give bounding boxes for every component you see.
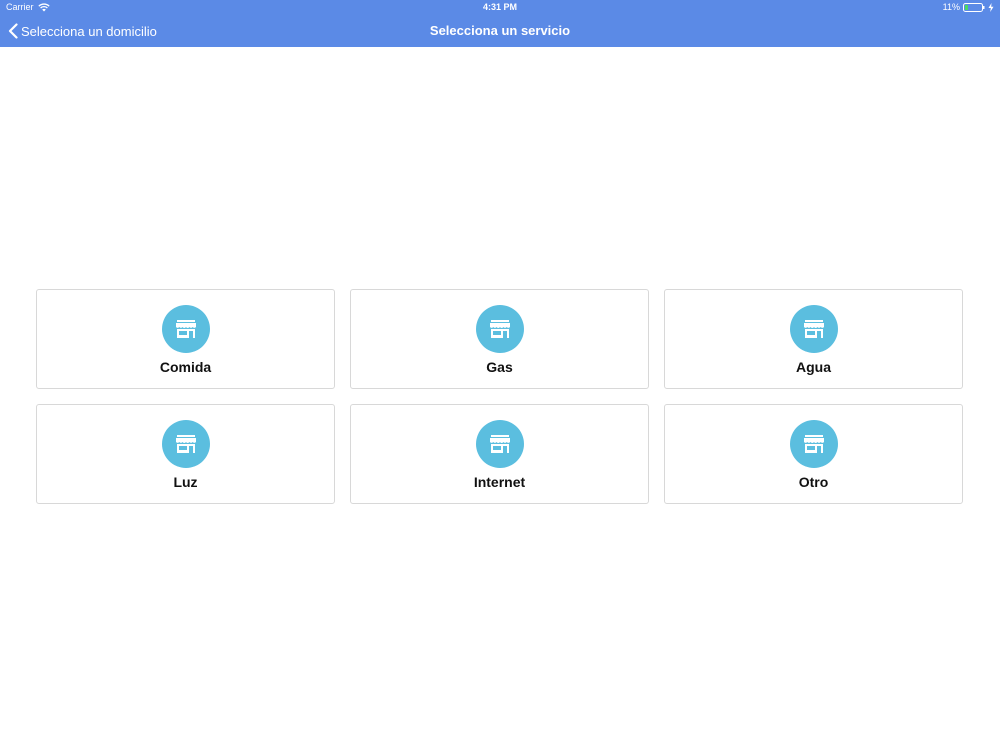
store-icon bbox=[175, 320, 196, 338]
service-label: Comida bbox=[159, 359, 212, 375]
page-title: Selecciona un servicio bbox=[429, 23, 571, 38]
battery-icon bbox=[963, 3, 985, 12]
service-label: Agua bbox=[796, 359, 831, 375]
service-card-agua[interactable]: Agua bbox=[664, 289, 963, 389]
top-bar: Carrier 4:31 PM 11% Selecciona un domici… bbox=[0, 0, 1000, 47]
service-label: Otro bbox=[798, 474, 829, 490]
service-card-internet[interactable]: Internet bbox=[350, 404, 649, 504]
service-icon-circle bbox=[789, 420, 838, 468]
service-label: Internet bbox=[473, 474, 526, 490]
service-icon-circle bbox=[161, 305, 210, 353]
store-icon bbox=[803, 320, 824, 338]
service-card-gas[interactable]: Gas bbox=[350, 289, 649, 389]
service-icon-circle bbox=[161, 420, 210, 468]
status-bar: Carrier 4:31 PM 11% bbox=[0, 0, 1000, 15]
store-icon bbox=[489, 435, 510, 453]
store-icon bbox=[175, 435, 196, 453]
service-card-luz[interactable]: Luz bbox=[36, 404, 335, 504]
service-icon-circle bbox=[789, 305, 838, 353]
service-card-otro[interactable]: Otro bbox=[664, 404, 963, 504]
service-label: Luz bbox=[173, 474, 198, 490]
service-icon-circle bbox=[475, 420, 524, 468]
store-icon bbox=[803, 435, 824, 453]
services-grid: Comida Gas Agua Luz Internet Otro bbox=[36, 289, 964, 504]
battery-percent: 11% bbox=[942, 2, 960, 12]
service-card-comida[interactable]: Comida bbox=[36, 289, 335, 389]
navigation-bar: Selecciona un domicilio Selecciona un se… bbox=[0, 15, 1000, 47]
status-time: 4:31 PM bbox=[482, 2, 517, 12]
store-icon bbox=[489, 320, 510, 338]
charging-bolt-icon bbox=[988, 3, 994, 12]
battery-indicator: 11% bbox=[943, 0, 994, 15]
service-label: Gas bbox=[486, 359, 513, 375]
service-icon-circle bbox=[475, 305, 524, 353]
